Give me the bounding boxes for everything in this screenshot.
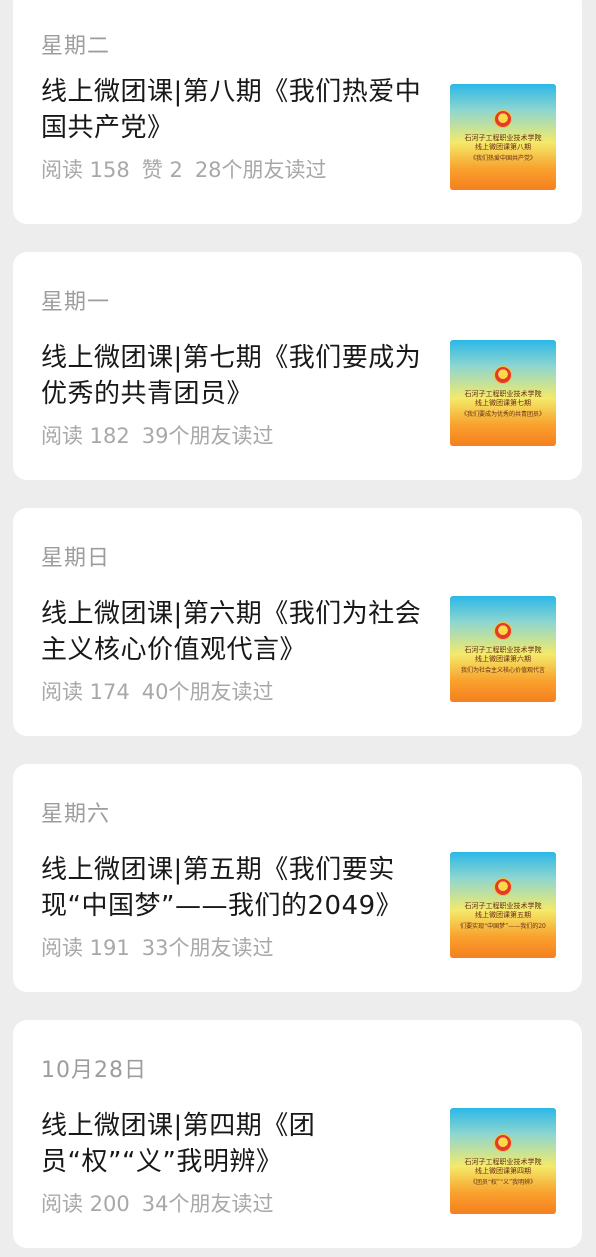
like-count: 赞 2 — [141, 158, 183, 182]
article-thumbnail[interactable]: 石河子工程职业技术学院 线上微团课第八期 《我们热爱中国共产党》 — [450, 84, 556, 190]
read-count: 阅读 182 — [41, 424, 130, 448]
thumbnail-topic: 我们为社会主义核心价值观代言 — [460, 667, 545, 674]
read-count: 阅读 191 — [41, 936, 130, 960]
thumbnail-issue: 线上微团课第八期 — [475, 143, 531, 151]
article-thumbnail[interactable]: 石河子工程职业技术学院 线上微团课第五期 们要实现“中国梦”——我们的20 — [450, 852, 556, 958]
thumbnail-topic: 们要实现“中国梦”——我们的20 — [460, 923, 546, 930]
article-date: 星期二 — [41, 34, 111, 59]
article-date: 星期一 — [41, 290, 111, 315]
article-card[interactable]: 星期二 线上微团课|第八期《我们热爱中国共产党》 阅读 158 赞 2 28个朋友读… — [13, 0, 582, 224]
read-count: 阅读 158 — [41, 158, 130, 182]
article-meta: 阅读 182 39个朋友读过 — [41, 420, 286, 450]
article-date: 星期日 — [41, 546, 111, 571]
thumbnail-issue: 线上微团课第七期 — [475, 399, 531, 407]
read-count: 阅读 200 — [41, 1192, 130, 1216]
thumbnail-topic: 《我们热爱中国共产党》 — [469, 155, 536, 162]
read-count: 阅读 174 — [41, 680, 130, 704]
article-meta: 阅读 200 34个朋友读过 — [41, 1188, 286, 1218]
youth-league-emblem-icon — [494, 622, 512, 640]
article-date: 10月28日 — [41, 1058, 147, 1083]
friends-read: 40个朋友读过 — [141, 680, 274, 704]
thumbnail-topic: 《团员“权”“义”我明辨》 — [469, 1179, 537, 1186]
friends-read: 34个朋友读过 — [141, 1192, 274, 1216]
friends-read: 39个朋友读过 — [141, 424, 274, 448]
article-title[interactable]: 线上微团课|第六期《我们为社会主义核心价值观代言》 — [41, 596, 431, 668]
thumbnail-issue: 线上微团课第五期 — [475, 911, 531, 919]
article-thumbnail[interactable]: 石河子工程职业技术学院 线上微团课第六期 我们为社会主义核心价值观代言 — [450, 596, 556, 702]
friends-read: 28个朋友读过 — [194, 158, 327, 182]
thumbnail-topic: 《我们要成为优秀的共青团员》 — [460, 411, 545, 418]
youth-league-emblem-icon — [494, 1134, 512, 1152]
article-card[interactable]: 星期日 线上微团课|第六期《我们为社会主义核心价值观代言》 阅读 174 40个朋… — [13, 508, 582, 736]
article-meta: 阅读 158 赞 2 28个朋友读过 — [41, 154, 339, 184]
article-card[interactable]: 星期一 线上微团课|第七期《我们要成为优秀的共青团员》 阅读 182 39个朋友读… — [13, 252, 582, 480]
article-meta: 阅读 174 40个朋友读过 — [41, 676, 286, 706]
article-title[interactable]: 线上微团课|第五期《我们要实现“中国梦”——我们的2049》 — [41, 852, 431, 924]
youth-league-emblem-icon — [494, 366, 512, 384]
friends-read: 33个朋友读过 — [141, 936, 274, 960]
article-card[interactable]: 10月28日 线上微团课|第四期《团员“权”“义”我明辨》 阅读 200 34个朋… — [13, 1020, 582, 1248]
article-title[interactable]: 线上微团课|第四期《团员“权”“义”我明辨》 — [41, 1108, 431, 1180]
thumbnail-issue: 线上微团课第四期 — [475, 1167, 531, 1175]
youth-league-emblem-icon — [494, 878, 512, 896]
article-title[interactable]: 线上微团课|第八期《我们热爱中国共产党》 — [41, 74, 431, 146]
article-meta: 阅读 191 33个朋友读过 — [41, 932, 286, 962]
article-card[interactable]: 星期六 线上微团课|第五期《我们要实现“中国梦”——我们的2049》 阅读 19… — [13, 764, 582, 992]
youth-league-emblem-icon — [494, 110, 512, 128]
thumbnail-issue: 线上微团课第六期 — [475, 655, 531, 663]
article-thumbnail[interactable]: 石河子工程职业技术学院 线上微团课第四期 《团员“权”“义”我明辨》 — [450, 1108, 556, 1214]
article-thumbnail[interactable]: 石河子工程职业技术学院 线上微团课第七期 《我们要成为优秀的共青团员》 — [450, 340, 556, 446]
article-title[interactable]: 线上微团课|第七期《我们要成为优秀的共青团员》 — [41, 340, 431, 412]
article-date: 星期六 — [41, 802, 111, 827]
